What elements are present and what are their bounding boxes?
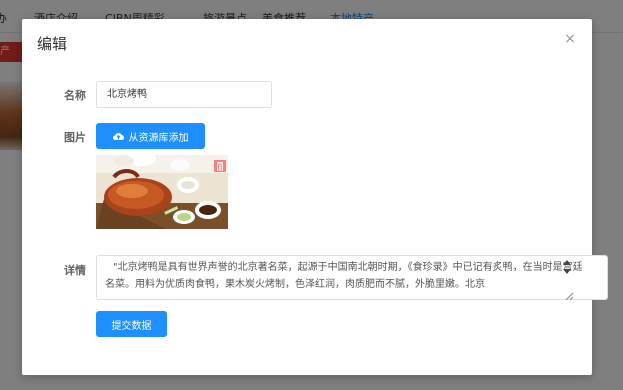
roast-duck-image — [96, 155, 228, 229]
close-icon[interactable]: × — [562, 31, 578, 47]
scroll-up-arrow-icon[interactable] — [563, 260, 571, 265]
details-textarea[interactable]: "北京烤鸭是具有世界声誉的北京著名菜，起源于中国南北朝时期，《食珍录》中已记有炙… — [96, 255, 608, 300]
add-from-library-button[interactable]: 从资源库添加 — [96, 123, 205, 149]
image-preview — [96, 155, 228, 229]
details-label: 详情 — [64, 264, 86, 277]
edit-dialog: 编辑 × 名称 北京烤鸭 图片 从资源库添加 详情 "北京烤鸭是具有世界声誉的北… — [22, 19, 608, 375]
dialog-title: 编辑 — [37, 35, 68, 53]
name-label: 名称 — [64, 89, 86, 102]
delete-image-icon[interactable] — [214, 157, 226, 172]
name-input[interactable]: 北京烤鸭 — [96, 81, 272, 108]
resize-grip-icon[interactable] — [564, 286, 574, 301]
cloud-upload-icon — [112, 132, 124, 141]
submit-button[interactable]: 提交数据 — [96, 311, 167, 337]
details-scrollbar[interactable] — [560, 255, 576, 301]
image-label: 图片 — [64, 131, 86, 144]
scroll-down-arrow-icon[interactable] — [563, 269, 571, 274]
add-from-library-label: 从资源库添加 — [128, 132, 189, 144]
